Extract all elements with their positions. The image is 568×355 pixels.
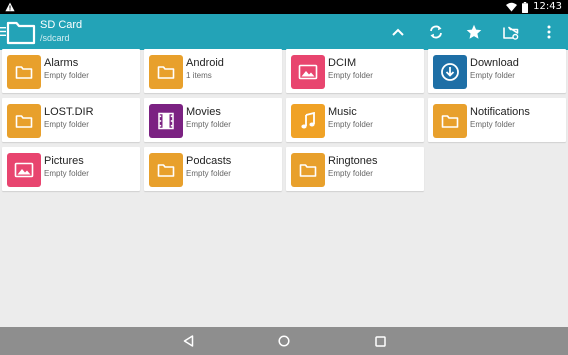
refresh-icon [430,25,442,39]
image-icon [7,153,41,187]
folder-tile-podcasts[interactable]: Podcasts Empty folder [144,147,282,191]
wifi-icon [506,2,518,12]
folder-icon [433,104,467,138]
folder-tile-alarms[interactable]: Alarms Empty folder [2,49,140,93]
up-button[interactable] [387,21,409,43]
folder-name: Pictures [44,155,84,167]
recents-icon [374,335,386,347]
folder-tile-notifications[interactable]: Notifications Empty folder [428,98,566,142]
folder-meta: Empty folder [328,169,373,178]
folder-name: Alarms [44,57,79,69]
folder-meta: Empty folder [186,169,231,178]
folder-tile-pictures[interactable]: Pictures Empty folder [2,147,140,191]
more-options-button[interactable] [538,21,560,43]
folder-tile-download[interactable]: Download Empty folder [428,49,566,93]
folder-name: Music [328,106,357,118]
app-bar-title: SD Card [40,19,83,31]
folder-logo-icon[interactable] [6,18,36,45]
folder-tile-movies[interactable]: Movies Empty folder [144,98,282,142]
status-bar: 12:43 [0,0,568,14]
folder-meta: Empty folder [44,71,89,80]
favorites-button[interactable] [463,21,485,43]
music-icon [291,104,325,138]
back-icon [183,335,193,347]
folder-icon [7,55,41,89]
film-icon [149,104,183,138]
folder-icon [291,153,325,187]
new-folder-icon [503,26,519,40]
app-bar: SD Card /sdcard [0,14,568,50]
back-button[interactable] [181,334,195,348]
folder-meta: Empty folder [186,120,231,129]
folder-tile-lost-dir[interactable]: LOST.DIR Empty folder [2,98,140,142]
folder-tile-dcim[interactable]: DCIM Empty folder [286,49,424,93]
folder-meta: Empty folder [328,120,373,129]
folder-icon [149,153,183,187]
status-time: 12:43 [533,1,562,12]
warning-icon [5,2,15,12]
folder-name: Ringtones [328,155,378,167]
recents-button[interactable] [373,334,387,348]
home-button[interactable] [277,334,291,348]
folder-meta: Empty folder [470,120,515,129]
folder-meta: 1 items [186,71,212,80]
folder-name: Podcasts [186,155,232,167]
folder-meta: Empty folder [44,169,89,178]
folder-name: Android [186,57,224,69]
folder-name: Notifications [470,106,530,118]
folder-meta: Empty folder [44,120,89,129]
folder-meta: Empty folder [470,71,515,80]
folder-name: Movies [186,106,221,118]
folder-name: Download [470,57,519,69]
folder-tile-music[interactable]: Music Empty folder [286,98,424,142]
folder-tile-ringtones[interactable]: Ringtones Empty folder [286,147,424,191]
folder-meta: Empty folder [328,71,373,80]
refresh-button[interactable] [425,21,447,43]
more-vert-icon [547,25,551,39]
folder-name: DCIM [328,57,357,69]
folder-name: LOST.DIR [44,106,94,118]
chevron-up-icon [392,28,404,36]
folder-icon [149,55,183,89]
folder-icon [7,104,41,138]
app-bar-path: /sdcard [40,33,70,43]
battery-icon [522,1,529,13]
new-folder-button[interactable] [500,21,522,43]
download-icon [433,55,467,89]
home-icon [278,335,290,347]
folder-tile-android[interactable]: Android 1 items [144,49,282,93]
star-icon [466,24,482,39]
image-icon [291,55,325,89]
system-nav-bar [0,327,568,355]
